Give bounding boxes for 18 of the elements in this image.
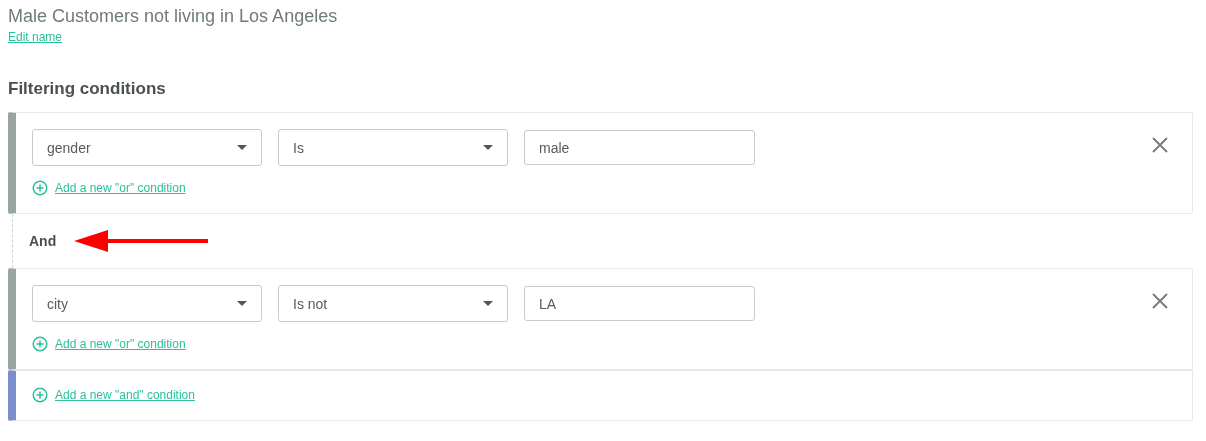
caret-icon (237, 301, 247, 306)
plus-circle-icon (32, 336, 48, 352)
caret-icon (483, 301, 493, 306)
segment-title: Male Customers not living in Los Angeles (8, 5, 339, 27)
close-button[interactable] (1150, 291, 1170, 311)
plus-circle-icon (32, 180, 48, 196)
value-input[interactable]: LA (524, 286, 755, 321)
plus-circle-icon (32, 387, 48, 403)
operator-select[interactable]: Is (278, 129, 508, 166)
value-input[interactable]: male (524, 130, 755, 165)
caret-icon (237, 145, 247, 150)
field-select[interactable]: city (32, 285, 262, 322)
caret-icon (483, 145, 493, 150)
and-label: And (29, 233, 57, 249)
close-button[interactable] (1150, 135, 1170, 155)
operator-select[interactable]: Is not (278, 285, 508, 322)
section-heading: Filtering conditions (8, 79, 167, 99)
field-select[interactable]: gender (32, 129, 262, 166)
